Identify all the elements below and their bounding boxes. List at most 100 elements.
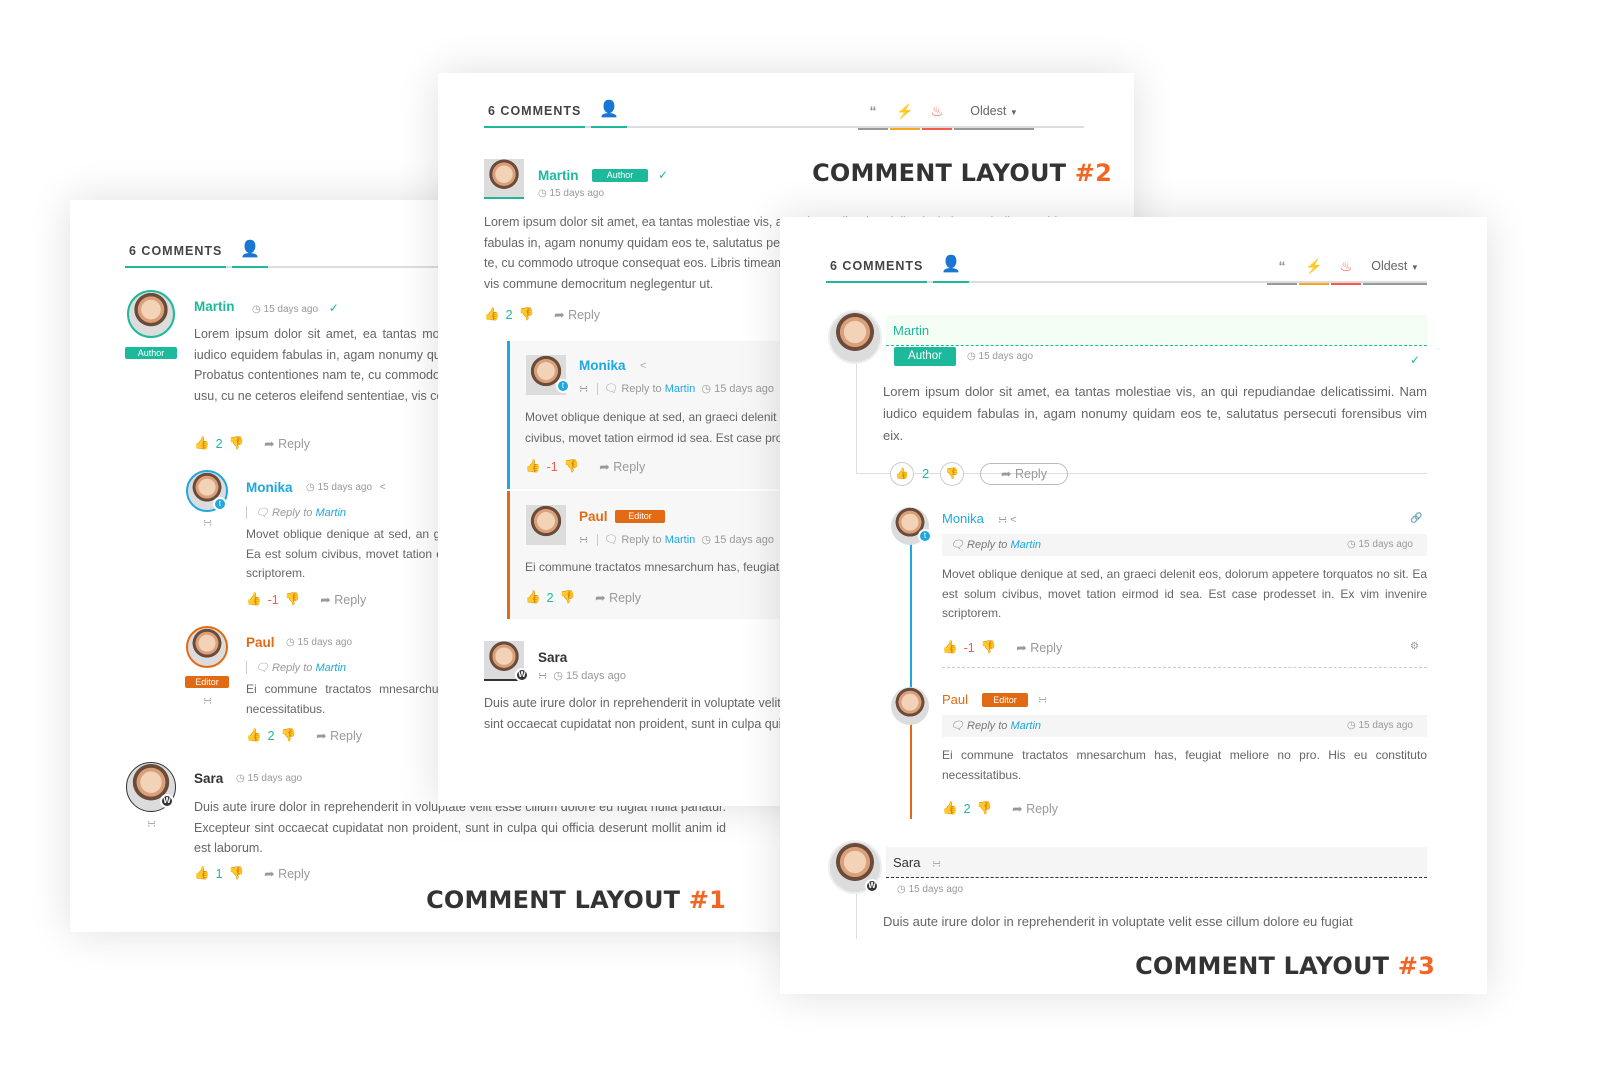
rss-icon[interactable]: ∺ — [147, 817, 156, 830]
share-icon[interactable]: < — [380, 482, 386, 493]
rss-icon[interactable]: ∺ — [203, 516, 212, 529]
comment-author-name[interactable]: Sara — [893, 855, 920, 870]
comment-author-name[interactable]: Martin — [194, 299, 235, 314]
comment-author-name[interactable]: Martin — [893, 323, 929, 338]
thumbs-up-icon[interactable]: 👍 — [525, 590, 541, 605]
thread-line — [910, 537, 912, 693]
reply-button[interactable]: ➦ Reply — [980, 463, 1068, 485]
upvote-button[interactable]: 👍 — [890, 462, 914, 486]
avatar-paul — [891, 687, 929, 725]
reply-button[interactable]: ➦ Reply — [320, 592, 366, 607]
comment-author-name[interactable]: Sara — [538, 650, 567, 665]
gear-icon[interactable]: ⚙ — [1410, 641, 1419, 652]
comment-votes: 👍 1 👎 ➦ Reply — [194, 866, 311, 881]
thumbs-up-icon[interactable]: 👍 — [194, 866, 210, 881]
rss-icon[interactable]: ∺ — [932, 857, 941, 870]
reply-button[interactable]: ➦ Reply — [1012, 801, 1058, 816]
chat-icon: 🗨 — [604, 383, 619, 395]
avatar-martin — [828, 310, 882, 364]
fire-icon[interactable]: ♨ — [1331, 253, 1361, 285]
thread-line — [856, 893, 857, 939]
comment-author-name[interactable]: Martin — [538, 168, 579, 183]
thumbs-up-icon[interactable]: 👍 — [484, 307, 500, 322]
rss-icon[interactable]: ∺ — [1038, 693, 1047, 706]
thumbs-down-icon[interactable]: 👎 — [229, 436, 245, 451]
thumbs-up-icon[interactable]: 👍 — [246, 592, 262, 607]
fire-icon[interactable]: ♨ — [922, 98, 952, 130]
comments-count-tab[interactable]: 6 COMMENTS — [826, 253, 928, 283]
thumbs-up-icon[interactable]: 👍 — [525, 459, 541, 474]
thumbs-down-icon[interactable]: 👎 — [519, 307, 535, 322]
share-icon[interactable]: < — [640, 360, 646, 372]
pin-icon[interactable]: ✓ — [1410, 353, 1420, 367]
sort-controls: “ ⚡ ♨ Oldest ▼ — [856, 98, 1034, 130]
thumbs-down-icon[interactable]: 👎 — [977, 801, 993, 816]
twitter-icon: t — [918, 529, 932, 543]
sort-dropdown[interactable]: Oldest ▼ — [1363, 253, 1427, 285]
reply-button[interactable]: ➦ Reply — [599, 459, 645, 474]
comment-header-bar — [886, 315, 1427, 346]
comments-header: 6 COMMENTS 👤 “ ⚡ ♨ Oldest ▼ — [826, 253, 1427, 285]
thumbs-down-icon[interactable]: 👎 — [285, 592, 301, 607]
rss-icon[interactable]: ∺ — [203, 694, 212, 707]
user-gear-icon[interactable]: 👤 — [933, 253, 969, 283]
comment-author-name[interactable]: Paul — [942, 692, 968, 707]
thumbs-up-icon[interactable]: 👍 — [246, 728, 262, 743]
twitter-icon: t — [556, 379, 570, 393]
clock-icon: ◷ — [897, 884, 906, 895]
reply-to-bar: 🗨 Reply to Martin ◷ 15 days ago — [942, 715, 1427, 737]
thumbs-down-icon[interactable]: 👎 — [564, 459, 580, 474]
comments-count-tab[interactable]: 6 COMMENTS — [484, 98, 586, 128]
comment-votes: 👍 2 👎 ➦ Reply — [942, 801, 1059, 816]
bolt-icon[interactable]: ⚡ — [890, 98, 920, 130]
bolt-icon[interactable]: ⚡ — [1299, 253, 1329, 285]
comment-author-name[interactable]: Paul — [246, 635, 275, 650]
reply-button[interactable]: ➦ Reply — [264, 436, 310, 451]
pin-icon[interactable]: ✓ — [658, 168, 668, 182]
sort-dropdown[interactable]: Oldest ▼ — [954, 98, 1034, 130]
rss-icon[interactable]: ∺ — [998, 514, 1007, 526]
reply-button[interactable]: ➦ Reply — [316, 728, 362, 743]
clock-icon: ◷ — [1346, 720, 1356, 731]
reply-button[interactable]: ➦ Reply — [1016, 640, 1062, 655]
share-icon[interactable]: < — [1010, 514, 1016, 526]
comments-count-tab[interactable]: 6 COMMENTS — [125, 238, 227, 268]
user-gear-icon[interactable]: 👤 — [591, 98, 627, 128]
thumbs-down-icon[interactable]: 👎 — [281, 728, 297, 743]
reply-button[interactable]: ➦ Reply — [554, 307, 600, 322]
quote-icon[interactable]: “ — [1267, 253, 1297, 285]
pin-icon[interactable]: ✓ — [329, 301, 339, 315]
thumbs-up-icon[interactable]: 👍 — [942, 801, 958, 816]
comment-layout-3-card: 6 COMMENTS 👤 “ ⚡ ♨ Oldest ▼ Martin Autho… — [780, 217, 1487, 994]
comment-text: Ei commune tractatos mnesarchum has, feu… — [942, 748, 1427, 782]
reply-to-bar: 🗨 Reply to Martin ◷ 15 days ago — [942, 534, 1427, 556]
rss-icon[interactable]: ∺ — [579, 534, 588, 546]
comment-text: Movet oblique denique at sed, an graeci … — [942, 567, 1427, 620]
quote-icon[interactable]: “ — [858, 98, 888, 130]
thumbs-down-icon[interactable]: 👎 — [981, 640, 997, 655]
avatar-martin — [484, 159, 524, 199]
downvote-button[interactable]: 👎 — [940, 462, 964, 486]
clock-icon: ◷ — [286, 637, 295, 648]
comment-author-name[interactable]: Monika — [942, 511, 984, 526]
chat-icon: 🗨 — [255, 662, 269, 674]
comment-votes: 👍 -1 👎 ➦ Reply — [525, 459, 646, 474]
editor-badge: Editor — [982, 693, 1028, 707]
rss-icon[interactable]: ∺ — [538, 670, 547, 682]
comment-author-name[interactable]: Monika — [579, 358, 626, 373]
comment-author-name[interactable]: Monika — [246, 480, 293, 495]
link-icon[interactable]: 🔗 — [1410, 513, 1422, 524]
thumbs-down-icon[interactable]: 👎 — [229, 866, 245, 881]
thumbs-up-icon[interactable]: 👍 — [194, 436, 210, 451]
comment-author-name[interactable]: Paul — [579, 509, 608, 524]
reply-button[interactable]: ➦ Reply — [595, 590, 641, 605]
user-gear-icon[interactable]: 👤 — [232, 238, 268, 268]
reply-button[interactable]: ➦ Reply — [264, 866, 310, 881]
rss-icon[interactable]: ∺ — [579, 383, 588, 395]
comment-time: ◷ 15 days ago — [967, 351, 1034, 362]
thumbs-down-icon[interactable]: 👎 — [560, 590, 576, 605]
thumbs-up-icon[interactable]: 👍 — [942, 640, 958, 655]
comment-text: Duis aute irure dolor in reprehenderit i… — [883, 914, 1353, 929]
comment-text: Lorem ipsum dolor sit amet, ea tantas mo… — [883, 384, 1427, 443]
comment-author-name[interactable]: Sara — [194, 771, 223, 786]
